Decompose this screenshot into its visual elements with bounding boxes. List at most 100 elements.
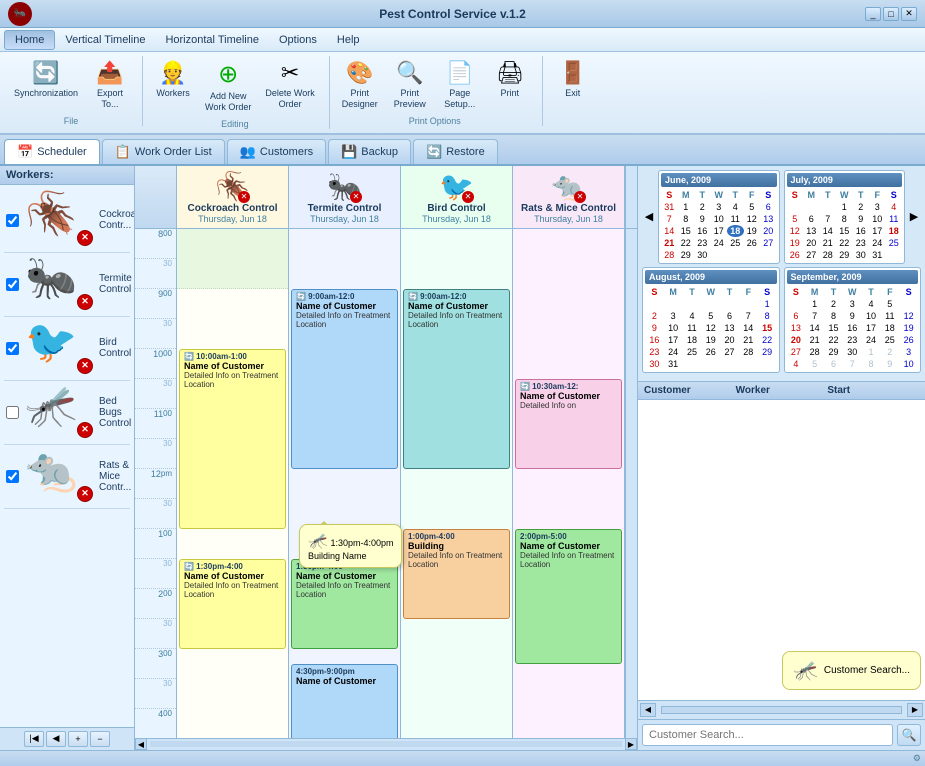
cal-day[interactable]: 16 [843,322,862,334]
cal-day[interactable]: 17 [664,334,683,346]
close-button[interactable]: ✕ [901,7,917,21]
cal-day[interactable]: 28 [820,249,837,261]
cal-day[interactable]: 12 [787,225,804,237]
cal-day[interactable]: 26 [701,346,720,358]
cal-day[interactable]: 30 [853,249,870,261]
cal-day[interactable] [720,298,739,310]
cal-day[interactable]: 20 [803,237,820,249]
cal-day[interactable]: 31 [869,249,886,261]
cal-scroll-left[interactable]: ◀ [640,703,656,717]
cal-day[interactable]: 7 [739,310,758,322]
cal-day[interactable]: 13 [803,225,820,237]
bird-col-remove[interactable]: ✕ [462,191,474,203]
cal-day[interactable]: 8 [862,358,881,370]
cal-day[interactable]: 6 [720,310,739,322]
cal-day[interactable]: 21 [805,334,824,346]
sidebar-prev-button[interactable]: ◀ [46,731,66,747]
customer-search-button[interactable]: 🔍 [897,724,921,746]
cal-day[interactable]: 8 [678,213,695,225]
window-controls[interactable]: _ □ ✕ [865,7,917,21]
cal-day[interactable]: 17 [862,322,881,334]
cal-day[interactable]: 15 [758,322,777,334]
bird-remove-icon[interactable]: ✕ [77,358,93,374]
cal-day[interactable]: 12 [701,322,720,334]
customer-search-input[interactable] [642,724,893,746]
cal-day[interactable]: 15 [824,322,843,334]
cal-day[interactable]: 11 [880,310,899,322]
cal-day[interactable]: 6 [760,201,777,213]
synchronization-button[interactable]: 🔄 Synchronization [8,56,84,114]
cal-day[interactable]: 9 [853,213,870,225]
cal-day[interactable] [820,201,837,213]
cal-next-button[interactable]: ▶ [907,210,921,224]
appointment[interactable]: 🔄 10:00am-1:00 Name of Customer Detailed… [179,349,286,529]
cal-day[interactable]: 30 [645,358,664,370]
cal-day[interactable]: 9 [694,213,711,225]
cal-day[interactable]: 31 [664,358,683,370]
cal-day[interactable]: 25 [880,334,899,346]
termite-col-remove[interactable]: ✕ [350,191,362,203]
cal-day[interactable]: 13 [720,322,739,334]
cal-day[interactable]: 12 [899,310,918,322]
cal-day[interactable]: 11 [727,213,744,225]
cal-day[interactable]: 12 [744,213,761,225]
appointment[interactable]: 🔄 1:30pm-4:00 Name of Customer Detailed … [179,559,286,649]
cal-day[interactable]: 19 [701,334,720,346]
scheduler-body[interactable]: 8 00 30 9 00 30 10 00 30 11 00 30 12 pm … [135,229,625,738]
cal-day[interactable]: 5 [701,310,720,322]
cal-day[interactable]: 23 [645,346,664,358]
exit-button[interactable]: 🚪 Exit [549,56,597,103]
cal-day[interactable]: 27 [760,237,777,249]
cal-day[interactable] [787,298,806,310]
delete-work-order-button[interactable]: ✂ Delete WorkOrder [259,56,320,117]
cal-day[interactable]: 5 [880,298,899,310]
tab-restore[interactable]: 🔄 Restore [413,139,498,164]
print-button[interactable]: 🖨 Print [486,56,534,114]
sidebar-first-button[interactable]: |◀ [24,731,44,747]
cal-day[interactable]: 8 [836,213,853,225]
rat-remove-icon[interactable]: ✕ [77,486,93,502]
cal-day[interactable]: 2 [645,310,664,322]
cal-day[interactable]: 10 [899,358,918,370]
cal-day[interactable]: 21 [739,334,758,346]
cal-day[interactable]: 14 [739,322,758,334]
cal-day[interactable]: 22 [678,237,695,249]
tab-scheduler[interactable]: 📅 Scheduler [4,139,100,164]
cal-day[interactable]: 7 [805,310,824,322]
page-setup-button[interactable]: 📄 PageSetup... [436,56,484,114]
cal-day[interactable]: 1 [678,201,695,213]
appointment[interactable]: 🔄 9:00am-12:0 Name of Customer Detailed … [403,289,510,469]
cal-day[interactable]: 14 [661,225,678,237]
cal-day[interactable]: 31 [661,201,678,213]
cal-day[interactable]: 24 [862,334,881,346]
cal-day[interactable]: 2 [880,346,899,358]
menu-options[interactable]: Options [269,30,327,50]
cal-day[interactable]: 25 [683,346,702,358]
cal-day[interactable]: 20 [787,334,806,346]
cal-day[interactable]: 3 [711,201,728,213]
cal-day[interactable]: 9 [880,358,899,370]
cal-day[interactable]: 3 [869,201,886,213]
bedbug-checkbox[interactable] [6,406,19,419]
cal-day[interactable]: 17 [869,225,886,237]
cal-day[interactable]: 5 [744,201,761,213]
cal-day[interactable]: 3 [899,346,918,358]
cal-day[interactable]: 20 [720,334,739,346]
cal-day[interactable]: 18 [886,225,903,237]
bird-checkbox[interactable] [6,342,19,355]
cal-day[interactable]: 23 [843,334,862,346]
cal-day[interactable]: 19 [787,237,804,249]
print-designer-button[interactable]: 🎨 PrintDesigner [336,56,384,114]
cal-day[interactable] [701,298,720,310]
cal-day[interactable]: 11 [683,322,702,334]
cal-day[interactable]: 10 [664,322,683,334]
cal-day[interactable]: 18 [880,322,899,334]
cal-day[interactable]: 15 [678,225,695,237]
cal-day[interactable]: 19 [744,225,761,237]
cal-day[interactable]: 2 [824,298,843,310]
cal-day[interactable] [899,298,918,310]
tab-work-order-list[interactable]: 📋 Work Order List [102,139,225,164]
cal-day[interactable]: 5 [805,358,824,370]
cal-day[interactable]: 7 [843,358,862,370]
cal-day[interactable]: 15 [836,225,853,237]
